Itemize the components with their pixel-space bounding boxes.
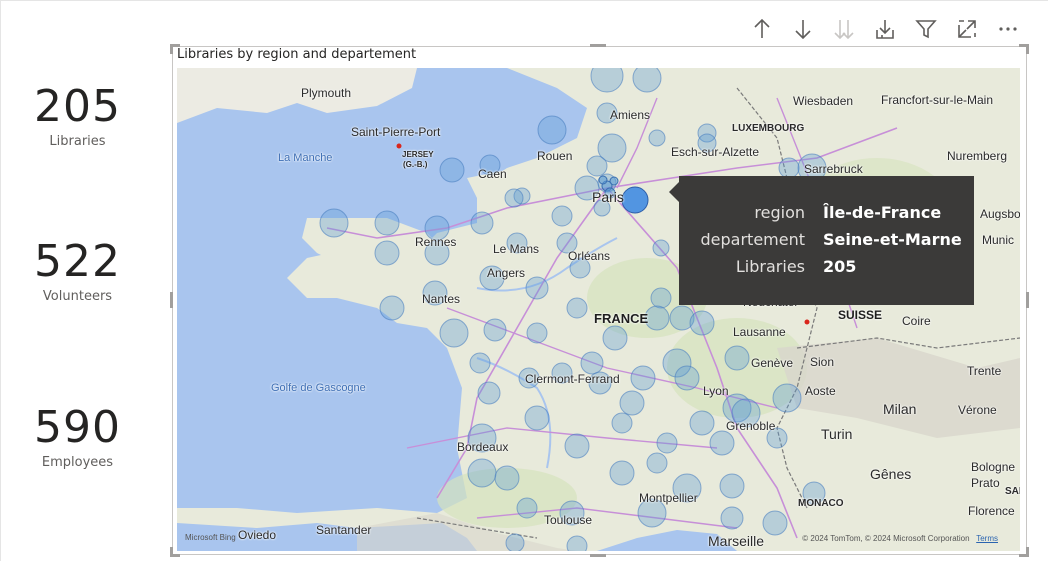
map-label: Munic <box>982 233 1015 247</box>
arrow-down-icon <box>794 20 811 40</box>
copyright-text: © 2024 TomTom, © 2024 Microsoft Corporat… <box>802 534 970 543</box>
arrow-up-icon <box>753 18 770 38</box>
more-options-icon <box>998 27 1017 31</box>
map-label: Rennes <box>415 235 457 249</box>
map-label: La Manche <box>278 152 333 164</box>
tooltip-arrow <box>669 182 679 202</box>
resize-handle[interactable] <box>590 554 606 557</box>
next-level-button[interactable] <box>823 12 864 46</box>
map-label: MONACO <box>798 498 844 509</box>
tooltip-key: Libraries <box>735 257 805 276</box>
map-label: Rouen <box>537 149 573 163</box>
map-label: Coire <box>902 314 931 328</box>
map-label: Nuremberg <box>947 149 1008 163</box>
expand-hierarchy-button[interactable] <box>864 12 905 46</box>
map-label: Esch-sur-Alzette <box>671 145 760 159</box>
filter-button[interactable] <box>905 12 946 46</box>
map-label: LUXEMBOURG <box>732 123 805 134</box>
expand-down-icon <box>875 20 894 39</box>
map-label: Orléans <box>568 249 611 263</box>
map-label: Le Mans <box>493 242 540 256</box>
map-label: Saint-Pierre-Port <box>351 125 441 139</box>
resize-handle[interactable] <box>1026 547 1029 557</box>
map-label: SAI <box>1005 486 1020 497</box>
kpi-label: Volunteers <box>42 289 113 304</box>
map-label: Milan <box>883 401 917 417</box>
map-label: Caen <box>478 167 507 181</box>
tooltip-row: region Île-de-France <box>679 203 974 227</box>
page-top-border <box>0 0 1048 1</box>
map-label: Prato <box>971 476 1000 490</box>
map-label: Paris <box>592 189 624 205</box>
map-label: Wiesbaden <box>793 94 854 108</box>
map-label: Augsbo <box>980 207 1020 221</box>
double-arrow-down-icon <box>833 20 854 40</box>
kpi-label: Employees <box>41 455 114 470</box>
map-label: Toulouse <box>544 513 593 527</box>
map-label: Marseille <box>708 533 765 549</box>
bing-logo: Microsoft Bing <box>185 533 236 542</box>
tooltip-row: Libraries 205 <box>679 257 974 281</box>
map-label: Genève <box>751 356 794 370</box>
resize-handle[interactable] <box>1026 44 1029 54</box>
filter-icon <box>914 20 937 39</box>
kpi-value: 522 <box>34 236 121 287</box>
drill-down-button[interactable] <box>782 12 823 46</box>
kpi-card-employees[interactable]: 590 Employees <box>0 402 155 471</box>
tooltip-value: Seine-et-Marne <box>823 230 962 249</box>
resize-handle[interactable] <box>170 547 173 557</box>
map-canvas[interactable]: Plymouth Saint-Pierre-Port JERSEY (G.-B.… <box>177 68 1020 551</box>
kpi-value: 205 <box>34 81 121 132</box>
map-label: Golfe de Gascogne <box>271 382 366 394</box>
map-label: Nantes <box>422 292 461 306</box>
tooltip-value: 205 <box>823 257 857 276</box>
map-label: Amiens <box>610 108 651 122</box>
resize-handle[interactable] <box>170 292 173 308</box>
map-attribution: © 2024 TomTom, © 2024 Microsoft Corporat… <box>802 534 998 543</box>
map-label: Clermont-Ferrand <box>525 372 620 386</box>
map-label: Turin <box>821 426 853 442</box>
map-label: Montpellier <box>639 491 698 505</box>
resize-handle[interactable] <box>170 44 173 54</box>
visual-header-toolbar <box>741 12 1028 46</box>
kpi-card-libraries[interactable]: 205 Libraries <box>0 81 155 150</box>
map-label: Francfort-sur-le-Main <box>881 93 994 107</box>
map-label: Oviedo <box>238 528 277 542</box>
terms-link[interactable]: Terms <box>976 534 998 543</box>
map-label: Bordeaux <box>457 440 509 454</box>
map-label: Bologne <box>971 460 1016 474</box>
tooltip-value: Île-de-France <box>823 203 942 222</box>
map-label: FRANCE <box>594 311 649 326</box>
resize-handle[interactable] <box>1026 292 1029 308</box>
map-label: Gênes <box>870 466 912 482</box>
drill-up-button[interactable] <box>741 12 782 46</box>
focus-mode-button[interactable] <box>946 12 987 46</box>
map-label: Sion <box>810 355 835 369</box>
more-options-button[interactable] <box>987 12 1028 46</box>
visual-title: Libraries by region and departement <box>177 47 417 62</box>
kpi-label: Libraries <box>49 134 106 149</box>
tooltip-key: departement <box>700 230 806 249</box>
resize-handle[interactable] <box>590 44 606 47</box>
map-label: SUISSE <box>838 308 883 322</box>
map-label: Lausanne <box>733 325 786 339</box>
map-label: Santander <box>316 523 372 537</box>
focus-mode-icon <box>957 20 976 38</box>
tooltip-row: departement Seine-et-Marne <box>679 230 974 254</box>
map-tooltip: region Île-de-France departement Seine-e… <box>669 176 974 305</box>
map-label: Angers <box>487 266 526 280</box>
map-label: Grenoble <box>726 419 776 433</box>
map-label: (G.-B.) <box>403 160 428 169</box>
map-label: Plymouth <box>301 86 352 100</box>
kpi-value: 590 <box>34 402 121 453</box>
map-label: JERSEY <box>402 150 434 159</box>
kpi-card-volunteers[interactable]: 522 Volunteers <box>0 236 155 305</box>
map-label: Florence <box>968 504 1015 518</box>
map-label: Vérone <box>958 403 997 417</box>
map-label: Sarrebruck <box>804 162 863 176</box>
map-label: Lyon <box>703 384 729 398</box>
map-label: Aoste <box>805 384 836 398</box>
tooltip-key: region <box>754 203 805 222</box>
map-label: Trente <box>967 364 1002 378</box>
